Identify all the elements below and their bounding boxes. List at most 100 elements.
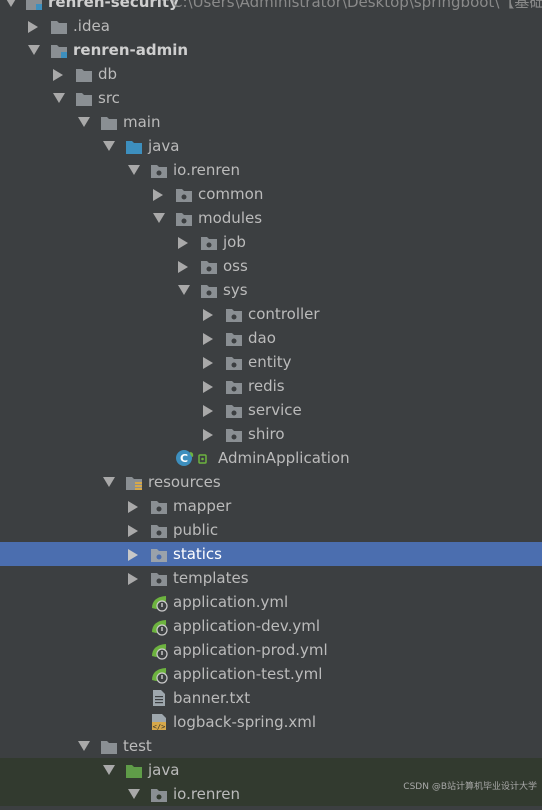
module-path: C:\Users\Administrator\Desktop\springboo… xyxy=(172,0,542,11)
tree-row-admin-application[interactable]: C AdminApplication xyxy=(0,446,542,470)
tree-label: mapper xyxy=(173,497,232,515)
tree-row-application-yml[interactable]: application.yml xyxy=(0,590,542,614)
tree-row-controller[interactable]: controller xyxy=(0,302,542,326)
chevron-down-icon[interactable] xyxy=(128,782,142,806)
tree-row-entity[interactable]: entity xyxy=(0,350,542,374)
tree-label: service xyxy=(248,401,302,419)
folder-icon xyxy=(50,18,68,34)
chevron-down-icon[interactable] xyxy=(5,0,19,14)
tree-row-redis[interactable]: redis xyxy=(0,374,542,398)
tree-row-dao[interactable]: dao xyxy=(0,326,542,350)
tree-row-service[interactable]: service xyxy=(0,398,542,422)
tree-row-application-dev-yml[interactable]: application-dev.yml xyxy=(0,614,542,638)
package-icon xyxy=(175,210,193,226)
package-icon xyxy=(150,162,168,178)
chevron-down-icon[interactable] xyxy=(128,158,142,182)
tree-row-job[interactable]: job xyxy=(0,230,542,254)
chevron-right-icon[interactable] xyxy=(203,302,217,326)
tree-row-public[interactable]: public xyxy=(0,518,542,542)
xml-file-icon: </> xyxy=(151,713,167,731)
tree-row-renren-security[interactable]: renren-security C:\Users\Administrator\D… xyxy=(0,0,542,14)
tree-label: controller xyxy=(248,305,320,323)
module-folder-icon xyxy=(25,0,43,10)
source-folder-icon xyxy=(125,138,143,154)
folder-icon xyxy=(100,738,118,754)
chevron-right-icon[interactable] xyxy=(128,494,142,518)
tree-row-test[interactable]: test xyxy=(0,734,542,758)
package-icon xyxy=(225,306,243,322)
chevron-down-icon[interactable] xyxy=(28,38,42,62)
chevron-down-icon[interactable] xyxy=(178,278,192,302)
tree-row-banner-txt[interactable]: banner.txt xyxy=(0,686,542,710)
chevron-right-icon[interactable] xyxy=(178,230,192,254)
tree-label: entity xyxy=(248,353,292,371)
tree-label: main xyxy=(123,113,161,131)
chevron-down-icon[interactable] xyxy=(78,734,92,758)
tree-label: statics xyxy=(173,545,222,563)
package-icon xyxy=(225,378,243,394)
chevron-right-icon[interactable] xyxy=(153,182,167,206)
tree-row-db[interactable]: db xyxy=(0,62,542,86)
chevron-right-icon[interactable] xyxy=(178,254,192,278)
package-icon xyxy=(225,402,243,418)
test-source-folder-icon xyxy=(125,762,143,778)
tree-row-renren-admin[interactable]: renren-admin xyxy=(0,38,542,62)
tree-row-application-prod-yml[interactable]: application-prod.yml xyxy=(0,638,542,662)
tree-row-application-test-yml[interactable]: application-test.yml xyxy=(0,662,542,686)
tree-row-common[interactable]: common xyxy=(0,182,542,206)
tree-row-logback-spring-xml[interactable]: </> logback-spring.xml xyxy=(0,710,542,734)
package-icon xyxy=(225,426,243,442)
package-icon xyxy=(225,330,243,346)
tree-label: application-test.yml xyxy=(173,665,323,683)
tree-row-oss[interactable]: oss xyxy=(0,254,542,278)
tree-label: logback-spring.xml xyxy=(173,713,317,731)
chevron-down-icon[interactable] xyxy=(103,758,117,782)
folder-icon xyxy=(75,66,93,82)
tree-label: common xyxy=(198,185,264,203)
chevron-right-icon[interactable] xyxy=(128,518,142,542)
chevron-right-icon[interactable] xyxy=(203,422,217,446)
tree-row-sys[interactable]: sys xyxy=(0,278,542,302)
tree-label: AdminApplication xyxy=(218,449,350,467)
tree-row-shiro[interactable]: shiro xyxy=(0,422,542,446)
chevron-right-icon[interactable] xyxy=(203,374,217,398)
svg-text:C: C xyxy=(180,452,188,465)
chevron-right-icon[interactable] xyxy=(128,566,142,590)
chevron-down-icon[interactable] xyxy=(153,206,167,230)
package-icon xyxy=(150,498,168,514)
tree-row-src[interactable]: src xyxy=(0,86,542,110)
package-icon xyxy=(225,354,243,370)
tree-label: application-prod.yml xyxy=(173,641,328,659)
tree-label: renren-security xyxy=(48,0,179,11)
tree-label: sys xyxy=(223,281,248,299)
tree-label: banner.txt xyxy=(173,689,251,707)
chevron-down-icon[interactable] xyxy=(103,134,117,158)
chevron-down-icon[interactable] xyxy=(78,110,92,134)
chevron-right-icon[interactable] xyxy=(203,326,217,350)
chevron-right-icon[interactable] xyxy=(53,62,67,86)
tree-row-statics[interactable]: statics xyxy=(0,542,542,566)
chevron-right-icon[interactable] xyxy=(203,398,217,422)
chevron-right-icon[interactable] xyxy=(128,542,142,566)
spring-config-icon xyxy=(150,594,170,612)
tree-row-idea[interactable]: .idea xyxy=(0,14,542,38)
tree-row-modules[interactable]: modules xyxy=(0,206,542,230)
module-folder-icon xyxy=(50,42,68,58)
tree-row-main[interactable]: main xyxy=(0,110,542,134)
tree-row-java[interactable]: java xyxy=(0,134,542,158)
run-icon[interactable] xyxy=(197,450,209,466)
chevron-down-icon[interactable] xyxy=(103,470,117,494)
package-icon xyxy=(200,258,218,274)
tree-row-templates[interactable]: templates xyxy=(0,566,542,590)
chevron-right-icon[interactable] xyxy=(203,350,217,374)
chevron-down-icon[interactable] xyxy=(53,86,67,110)
package-icon xyxy=(150,546,168,562)
chevron-right-icon[interactable] xyxy=(28,14,42,38)
tree-label: application.yml xyxy=(173,593,289,611)
tree-label: src xyxy=(98,89,120,107)
tree-row-io-renren[interactable]: io.renren xyxy=(0,158,542,182)
tree-row-resources[interactable]: resources xyxy=(0,470,542,494)
folder-icon xyxy=(100,114,118,130)
tree-label: db xyxy=(98,65,118,83)
tree-row-mapper[interactable]: mapper xyxy=(0,494,542,518)
